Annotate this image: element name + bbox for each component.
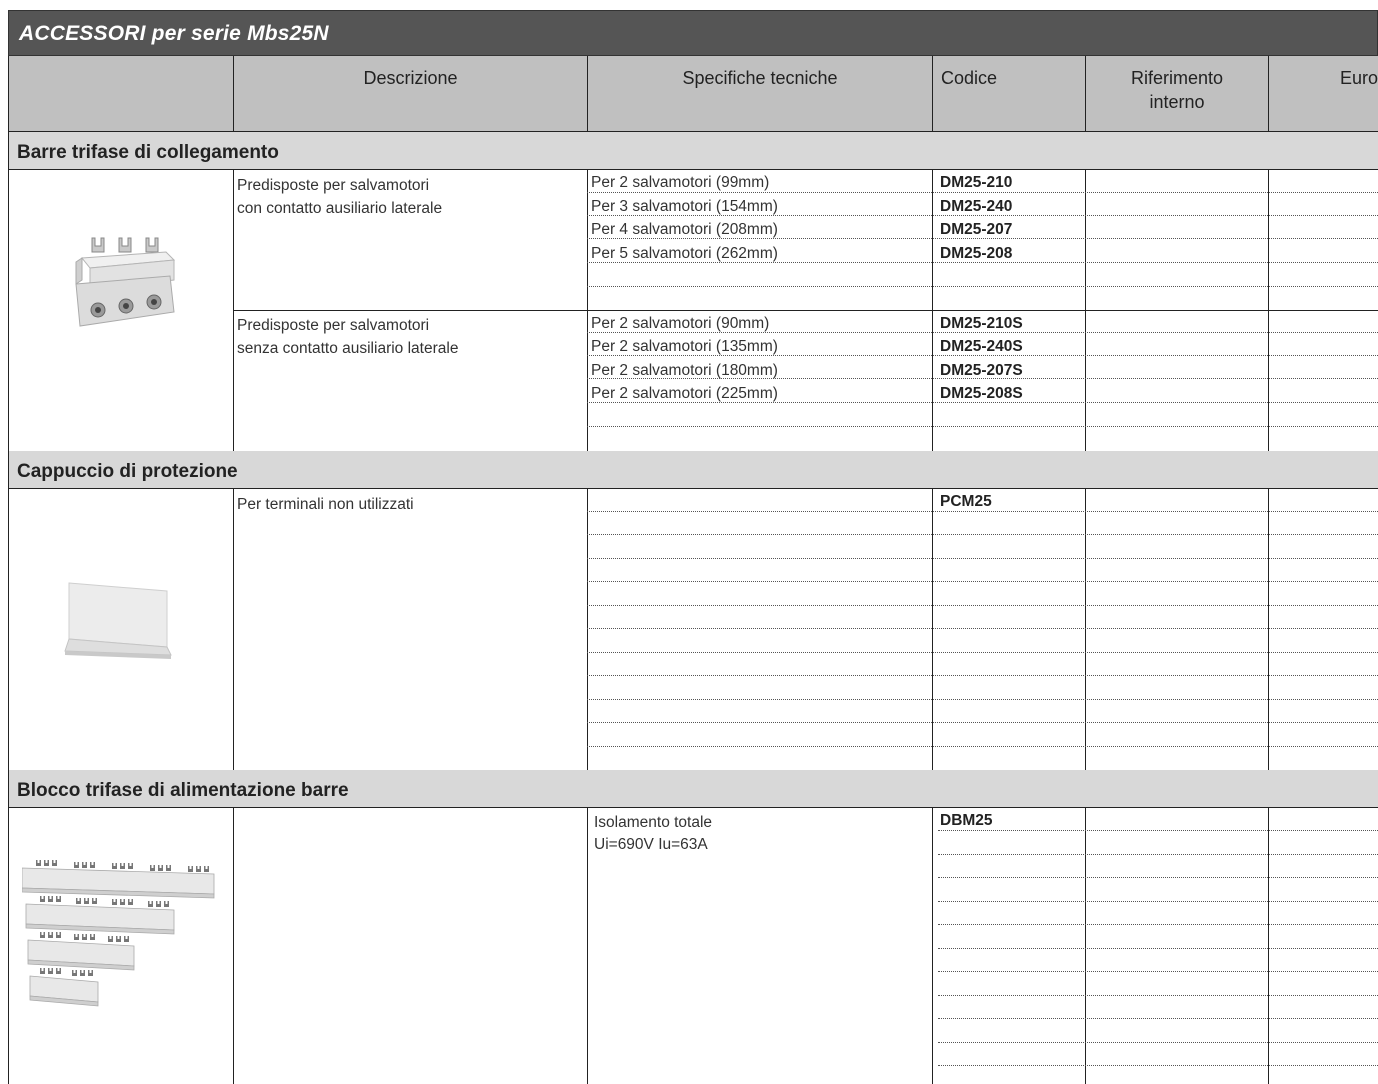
code-cell: DM25-207S [940, 362, 1023, 379]
busbar-set-icon [22, 860, 215, 1007]
header-image-cell [8, 56, 233, 132]
spec-line: Ui=690V Iu=63A [594, 836, 708, 853]
description-line: con contatto ausiliario laterale [237, 200, 443, 217]
header-codice: Codice [932, 56, 1085, 132]
page-title: ACCESSORI per serie Mbs25N [19, 22, 329, 45]
spec-line: Isolamento totale [594, 814, 713, 831]
spec-cell: Per 2 salvamotori (180mm) [591, 362, 778, 379]
header-descrizione: Descrizione [233, 56, 587, 132]
header-euro: Euro [1268, 56, 1378, 132]
code-cell: DM25-210S [940, 315, 1023, 332]
spec-cell: Per 2 salvamotori (135mm) [591, 338, 778, 355]
header-riferimento: Riferimento interno [1085, 56, 1268, 132]
spec-cell: Per 5 salvamotori (262mm) [591, 245, 778, 262]
section-cappuccio: Cappuccio di protezione [8, 451, 1378, 489]
code-cell: DM25-207 [940, 221, 1013, 238]
code-cell: DM25-210 [940, 174, 1013, 191]
spec-cell: Per 4 salvamotori (208mm) [591, 221, 778, 238]
code-cell: DBM25 [940, 812, 993, 829]
section-blocco-trifase: Blocco trifase di alimentazione barre [8, 770, 1378, 808]
code-cell: DM25-208S [940, 385, 1023, 402]
code-cell: DM25-208 [940, 245, 1013, 262]
section-barre-trifase: Barre trifase di collegamento [8, 132, 1378, 170]
code-cell: PCM25 [940, 493, 992, 510]
description-line: Per terminali non utilizzati [237, 496, 414, 513]
description-line: Predisposte per salvamotori [237, 177, 430, 194]
spec-cell: Per 2 salvamotori (225mm) [591, 385, 778, 402]
spec-cell: Per 3 salvamotori (154mm) [591, 198, 778, 215]
price-list-sheet: ACCESSORI per serie Mbs25N Descrizione S… [8, 10, 1378, 1084]
busbar-3-pole-icon [75, 237, 176, 327]
code-cell: DM25-240S [940, 338, 1023, 355]
title-bar: ACCESSORI per serie Mbs25N [8, 10, 1378, 56]
protection-cap-icon [64, 582, 172, 659]
description-line: senza contatto ausiliario laterale [237, 340, 459, 357]
header-specifiche: Specifiche tecniche [587, 56, 932, 132]
code-cell: DM25-240 [940, 198, 1013, 215]
spec-cell: Per 2 salvamotori (99mm) [591, 174, 770, 191]
description-line: Predisposte per salvamotori [237, 317, 430, 334]
spec-cell: Per 2 salvamotori (90mm) [591, 315, 770, 332]
